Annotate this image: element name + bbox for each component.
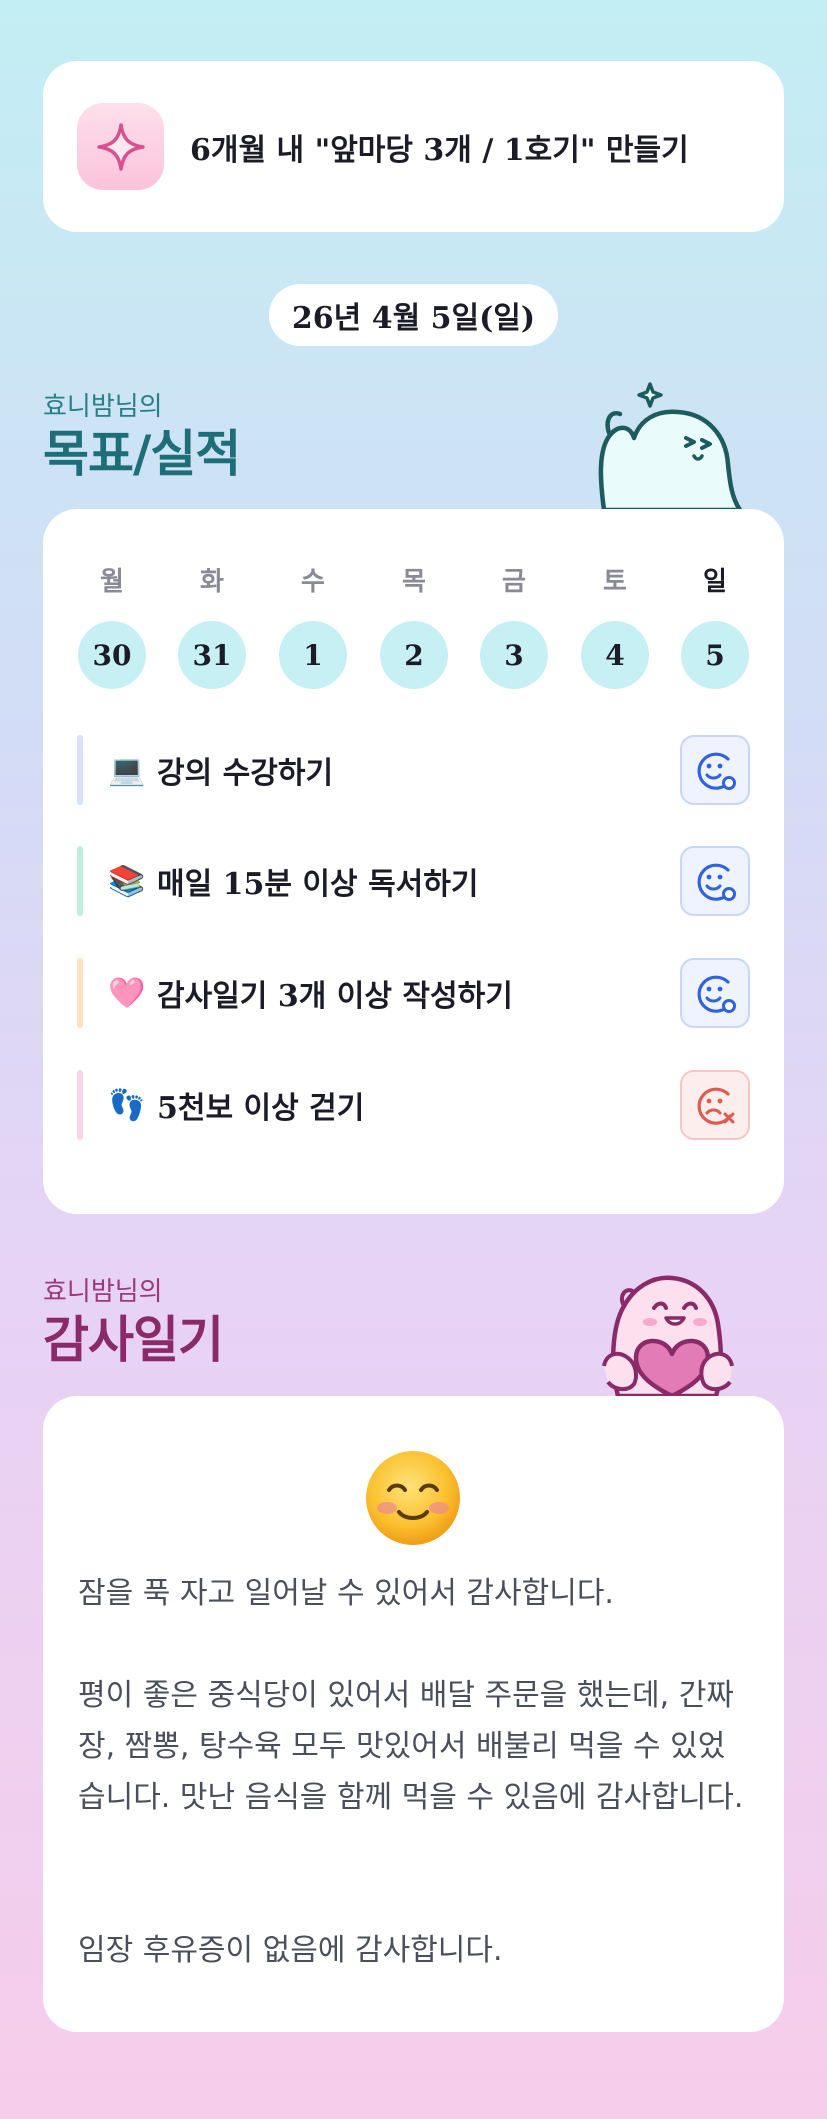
weekday-labels: 월 화 수 목 금 토 일 [77, 561, 750, 601]
date-circle[interactable]: 1 [279, 621, 347, 689]
pink-mascot-heart-icon [602, 1275, 734, 1396]
task-status-button[interactable] [680, 958, 750, 1028]
diary-entry: 평이 좋은 중식당이 있어서 배달 주문을 했는데, 간짜장, 짬뽕, 탕수육 … [78, 1678, 744, 1815]
weekday-label: 금 [502, 567, 526, 597]
heart-icon: 🩷 [108, 975, 146, 1011]
goals-section-title: 목표/실적 [43, 425, 241, 483]
task-label: 5천보 이상 걷기 [157, 1091, 365, 1126]
blushing-smile-icon [366, 1451, 460, 1545]
week-dates: 30 31 1 2 3 4 5 [77, 621, 750, 689]
task-status-button[interactable] [680, 735, 750, 805]
task-item: 💻 강의 수강하기 [77, 735, 750, 805]
date-circle[interactable]: 30 [78, 621, 146, 689]
task-color-bar [77, 1070, 83, 1140]
task-color-bar [77, 846, 83, 916]
diary-entry: 임장 후유증이 없음에 감사합니다. [78, 1933, 503, 1968]
date-circle[interactable]: 2 [380, 621, 448, 689]
task-item: 🩷 감사일기 3개 이상 작성하기 [77, 958, 750, 1028]
diary-entry: 잠을 푹 자고 일어날 수 있어서 감사합니다. [78, 1576, 614, 1611]
weekday-label: 목 [402, 567, 426, 597]
date-circle[interactable]: 4 [581, 621, 649, 689]
smile-check-icon [697, 752, 736, 790]
task-color-bar [77, 958, 83, 1028]
sparkle-icon [77, 103, 164, 190]
task-status-button[interactable] [680, 1070, 750, 1140]
weekly-records-card: 월 화 수 목 금 토 일 30 31 1 2 3 4 5 💻 강의 수강하기 [43, 509, 784, 1214]
weekday-label: 월 [100, 567, 124, 597]
gratitude-diary-card: 잠을 푹 자고 일어날 수 있어서 감사합니다. 평이 좋은 중식당이 있어서 … [43, 1396, 784, 2032]
smile-check-icon [697, 975, 736, 1013]
task-label: 강의 수강하기 [157, 756, 334, 791]
laptop-icon: 💻 [108, 752, 146, 788]
sad-x-icon [697, 1087, 735, 1125]
goal-text: 6개월 내 "앞마당 3개 / 1호기" 만들기 [190, 132, 689, 168]
task-label: 감사일기 3개 이상 작성하기 [157, 979, 513, 1014]
weekday-label: 수 [301, 567, 325, 597]
date-pill: 26년 4월 5일(일) [269, 284, 558, 346]
smile-check-icon [697, 863, 736, 901]
weekday-label: 토 [603, 567, 627, 597]
task-color-bar [77, 735, 83, 805]
books-icon: 📚 [108, 863, 146, 899]
goal-banner: 6개월 내 "앞마당 3개 / 1호기" 만들기 [43, 61, 784, 232]
task-label: 매일 15분 이상 독서하기 [157, 867, 479, 902]
task-item: 📚 매일 15분 이상 독서하기 [77, 846, 750, 916]
date-circle[interactable]: 31 [178, 621, 246, 689]
task-item: 👣 5천보 이상 걷기 [77, 1070, 750, 1140]
weekday-label: 화 [200, 567, 224, 597]
weekday-label-today: 일 [703, 567, 727, 597]
date-circle-today[interactable]: 5 [681, 621, 749, 689]
footprints-icon: 👣 [108, 1087, 146, 1123]
task-status-button[interactable] [680, 846, 750, 916]
diary-section-title: 감사일기 [43, 1311, 224, 1369]
date-circle[interactable]: 3 [480, 621, 548, 689]
ghost-mascot-icon [598, 382, 743, 510]
